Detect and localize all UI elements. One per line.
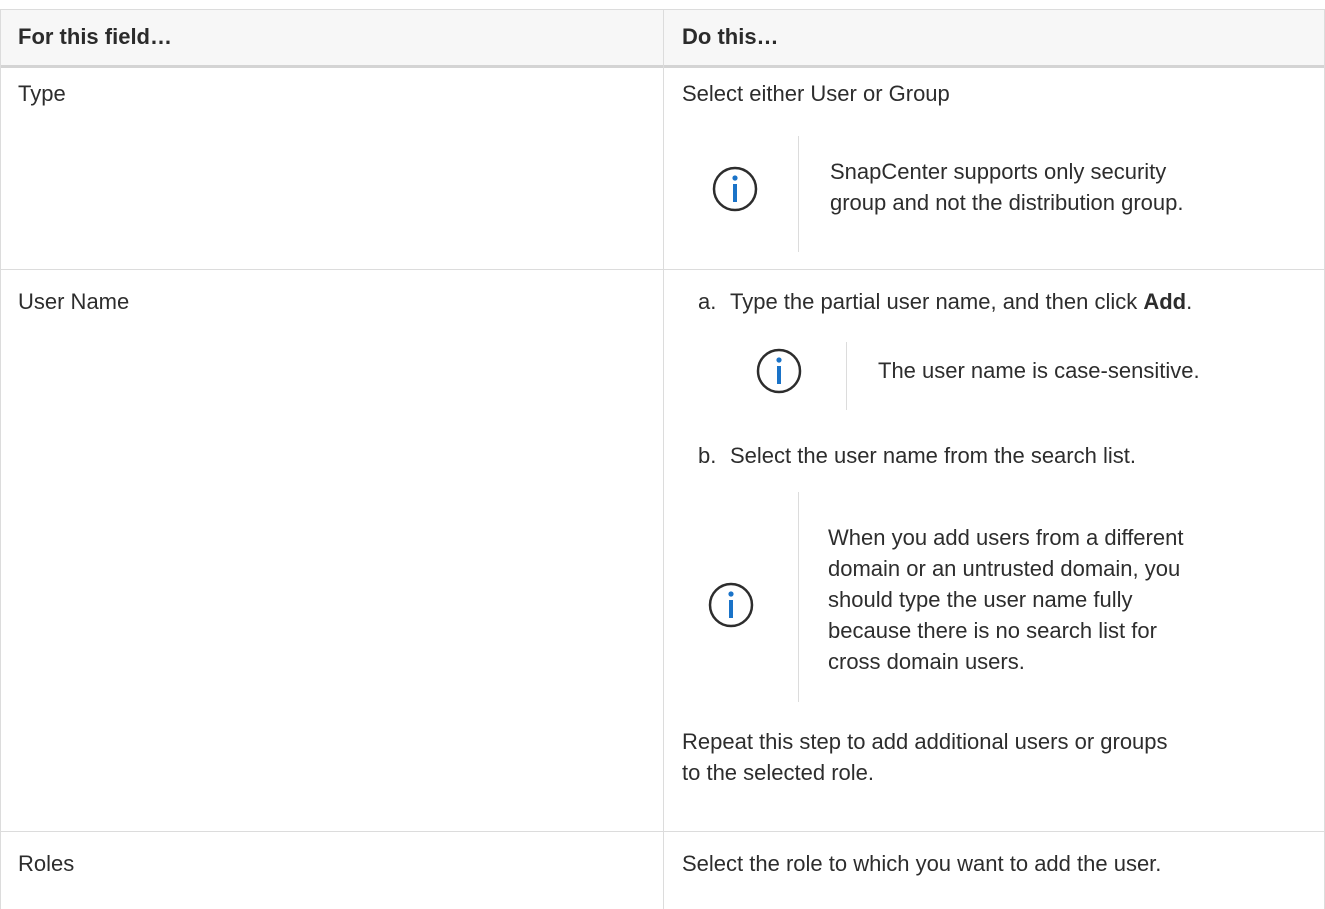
info-icon <box>710 164 760 219</box>
fields-table: For this field… Do this… Type Select eit… <box>0 9 1325 909</box>
note-text-line: cross domain users. <box>828 649 1025 674</box>
action-text-roles: Select the role to which you want to add… <box>682 851 1162 876</box>
header-field: For this field… <box>18 24 172 49</box>
field-label-user-name: User Name <box>18 289 130 314</box>
footer-text-line: to the selected role. <box>682 760 875 785</box>
note-text-line: When you add users from a different <box>828 525 1184 550</box>
note-separator <box>798 492 799 702</box>
column-divider <box>663 9 664 909</box>
step-marker: a. <box>698 289 717 314</box>
field-label-type: Type <box>18 81 66 106</box>
table-top-border <box>0 9 1325 10</box>
note-text: The user name is case-sensitive. <box>878 358 1200 383</box>
note-text-line: domain or an untrusted domain, you <box>828 556 1181 581</box>
note-admonition: When you add users from a different doma… <box>706 492 1306 702</box>
info-icon <box>754 346 804 401</box>
field-label-roles: Roles <box>18 851 75 876</box>
note-separator <box>798 136 799 252</box>
step-marker: b. <box>698 443 717 468</box>
info-icon <box>706 580 756 635</box>
footer-text-line: Repeat this step to add additional users… <box>682 729 1168 754</box>
note-admonition: The user name is case-sensitive. <box>754 342 1314 410</box>
note-text-line: because there is no search list for <box>828 618 1157 643</box>
step-text: Type the partial user name, and then cli… <box>730 289 1193 314</box>
note-text-line: group and not the distribution group. <box>830 190 1184 215</box>
table-left-border <box>0 9 1 909</box>
header-action: Do this… <box>682 24 779 49</box>
note-text-line: SnapCenter supports only security <box>830 159 1167 184</box>
note-text-line: should type the user name fully <box>828 587 1133 612</box>
step-text: Select the user name from the search lis… <box>730 443 1136 468</box>
action-text-type: Select either User or Group <box>682 81 950 106</box>
note-admonition: SnapCenter supports only security group … <box>710 136 1310 252</box>
note-separator <box>846 342 847 410</box>
